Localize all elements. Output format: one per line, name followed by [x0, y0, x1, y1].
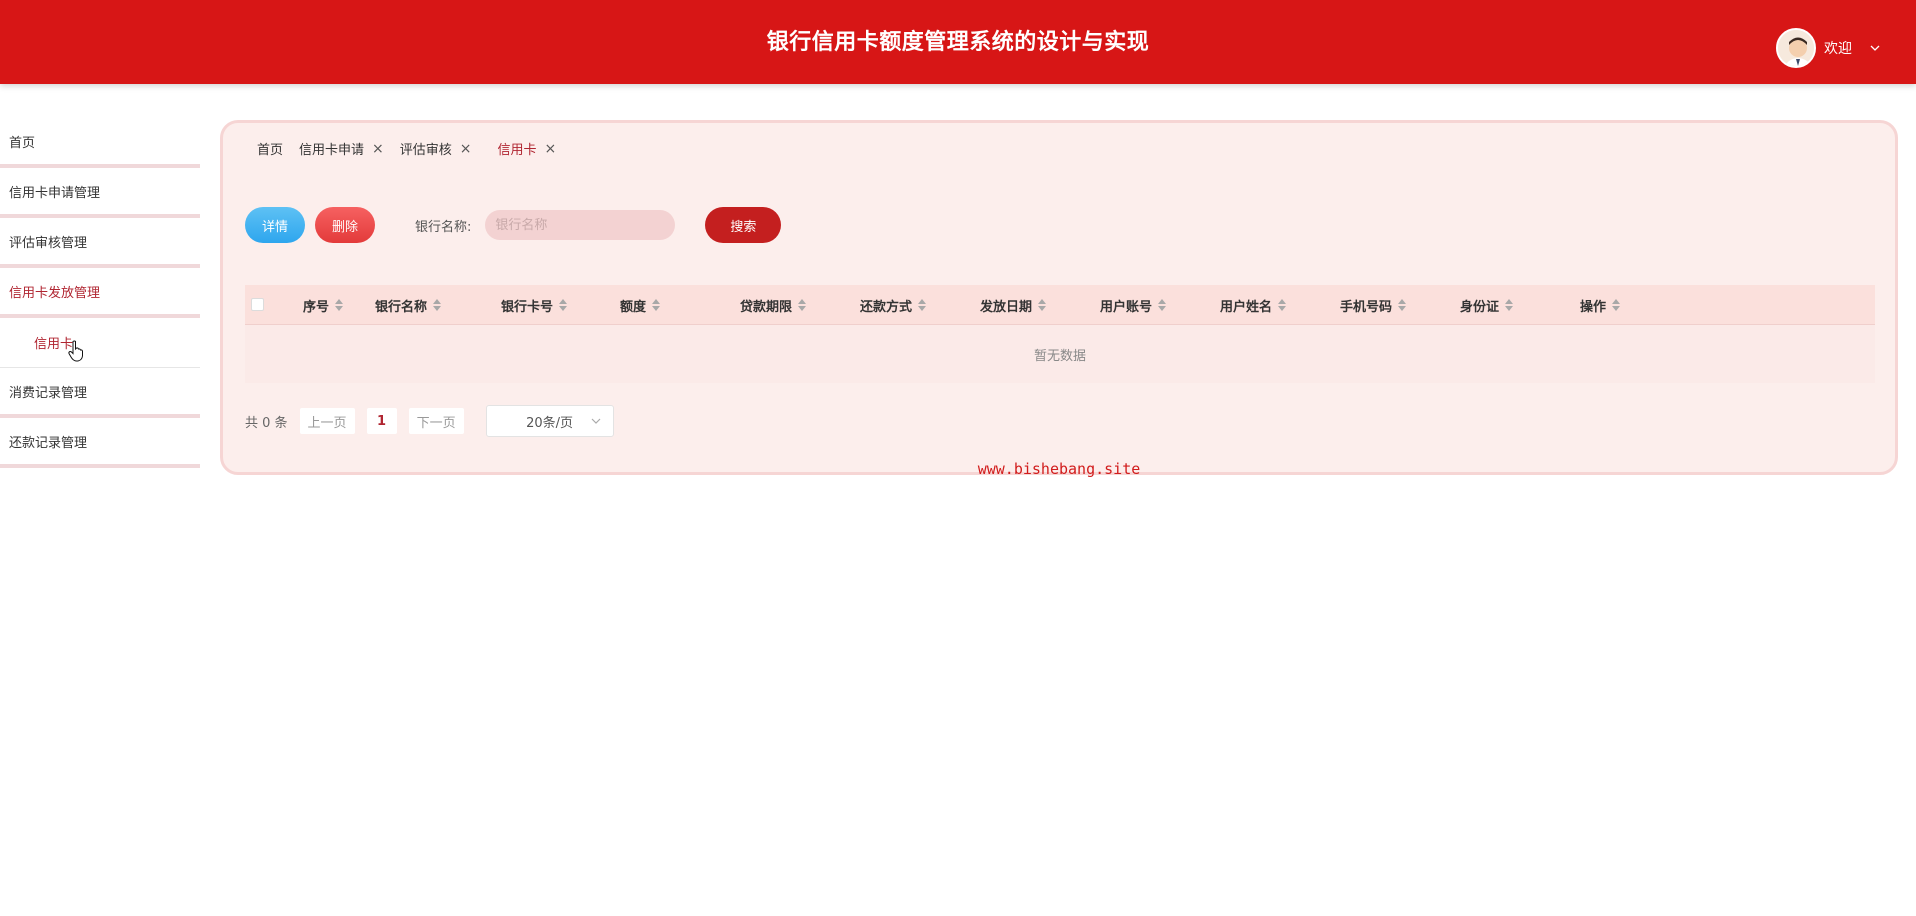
empty-state: 暂无数据 — [245, 325, 1875, 383]
column-header[interactable]: 银行卡号 — [501, 285, 568, 325]
tab-label: 信用卡申请 — [299, 143, 365, 158]
sort-icon[interactable] — [335, 299, 344, 311]
column-header[interactable]: 银行名称 — [375, 285, 442, 325]
page-size-select[interactable]: 20条/页 — [485, 405, 614, 437]
tab-home[interactable]: 首页 — [257, 139, 283, 158]
top-header: 银行信用卡额度管理系统的设计与实现 欢迎 — [0, 0, 1916, 84]
table-header: 序号 银行名称 银行卡号 额度 贷款期限 还款方式 发放日期 用户账号 用户姓名… — [245, 285, 1875, 325]
watermark-text: www.bishebang.site — [977, 460, 1141, 478]
sort-icon[interactable] — [918, 299, 927, 311]
app-title: 银行信用卡额度管理系统的设计与实现 — [766, 30, 1150, 55]
page-number[interactable]: 1 — [366, 408, 397, 434]
close-icon[interactable]: × — [372, 141, 384, 157]
sort-icon[interactable] — [798, 299, 807, 311]
data-table: 序号 银行名称 银行卡号 额度 贷款期限 还款方式 发放日期 用户账号 用户姓名… — [245, 285, 1875, 383]
column-header[interactable]: 用户姓名 — [1220, 285, 1287, 325]
chevron-down-icon — [591, 418, 601, 424]
delete-button[interactable]: 删除 — [315, 207, 375, 243]
sidebar-item-consumption[interactable]: 消费记录管理 — [0, 368, 200, 418]
sidebar-menu: 首页 信用卡申请管理 评估审核管理 信用卡发放管理 信用卡 消费记录管理 还款记… — [0, 118, 200, 468]
column-header[interactable]: 贷款期限 — [740, 285, 807, 325]
avatar[interactable] — [1776, 28, 1816, 68]
sort-icon[interactable] — [433, 299, 442, 311]
welcome-text: 欢迎 — [1824, 41, 1852, 57]
tab-review[interactable]: 评估审核 × — [399, 139, 472, 159]
sidebar-item-review[interactable]: 评估审核管理 — [0, 218, 200, 268]
sidebar-subitem-credit-card[interactable]: 信用卡 — [0, 318, 200, 368]
column-header[interactable]: 额度 — [620, 285, 661, 325]
sidebar-item-home[interactable]: 首页 — [0, 118, 200, 168]
toolbar: 详情 删除 银行名称: 搜索 — [245, 207, 782, 243]
search-button[interactable]: 搜索 — [705, 207, 782, 243]
tab-label: 信用卡 — [497, 143, 537, 158]
sort-icon[interactable] — [1038, 299, 1047, 311]
column-header[interactable]: 身份证 — [1460, 285, 1514, 325]
close-icon[interactable]: × — [460, 141, 472, 157]
column-header[interactable]: 还款方式 — [860, 285, 927, 325]
tab-credit-card[interactable]: 信用卡 × — [497, 139, 557, 159]
column-header[interactable]: 手机号码 — [1340, 285, 1407, 325]
main-panel: 首页 信用卡申请 × 评估审核 × 信用卡 × 详情 删除 银行名称: 搜索 序… — [220, 120, 1898, 478]
prev-page-button[interactable]: 上一页 — [299, 408, 355, 434]
sidebar-item-card-issuance[interactable]: 信用卡发放管理 — [0, 268, 200, 318]
pagination: 共 0 条 上一页 1 下一页 20条/页 — [245, 405, 614, 437]
sort-icon[interactable] — [1398, 299, 1407, 311]
user-avatar-icon — [1778, 30, 1814, 66]
tab-label: 首页 — [257, 143, 284, 158]
column-header[interactable]: 操作 — [1580, 285, 1621, 325]
tab-bar: 首页 信用卡申请 × 评估审核 × 信用卡 × — [257, 139, 572, 159]
sort-icon[interactable] — [1612, 299, 1621, 311]
next-page-button[interactable]: 下一页 — [408, 408, 464, 434]
sort-icon[interactable] — [559, 299, 568, 311]
sidebar-item-repayment[interactable]: 还款记录管理 — [0, 418, 200, 468]
column-header[interactable]: 序号 — [303, 285, 344, 325]
tab-card-application[interactable]: 信用卡申请 × — [299, 139, 384, 159]
detail-button[interactable]: 详情 — [245, 207, 305, 243]
sidebar-item-card-application[interactable]: 信用卡申请管理 — [0, 168, 200, 218]
bank-name-search-input[interactable] — [485, 210, 676, 240]
total-count: 共 0 条 — [245, 415, 288, 431]
select-all-checkbox[interactable] — [251, 298, 264, 311]
sort-icon[interactable] — [1505, 299, 1514, 311]
tab-label: 评估审核 — [399, 143, 452, 158]
close-icon[interactable]: × — [545, 141, 557, 157]
page-size-value: 20条/页 — [526, 415, 574, 431]
column-header[interactable]: 发放日期 — [980, 285, 1047, 325]
chevron-down-icon[interactable] — [1870, 43, 1880, 53]
column-header[interactable]: 用户账号 — [1100, 285, 1167, 325]
search-label: 银行名称: — [415, 219, 472, 235]
sort-icon[interactable] — [652, 299, 661, 311]
sort-icon[interactable] — [1158, 299, 1167, 311]
hand-pointer-icon — [68, 340, 83, 362]
sort-icon[interactable] — [1278, 299, 1287, 311]
user-menu[interactable]: 欢迎 — [1776, 28, 1880, 68]
